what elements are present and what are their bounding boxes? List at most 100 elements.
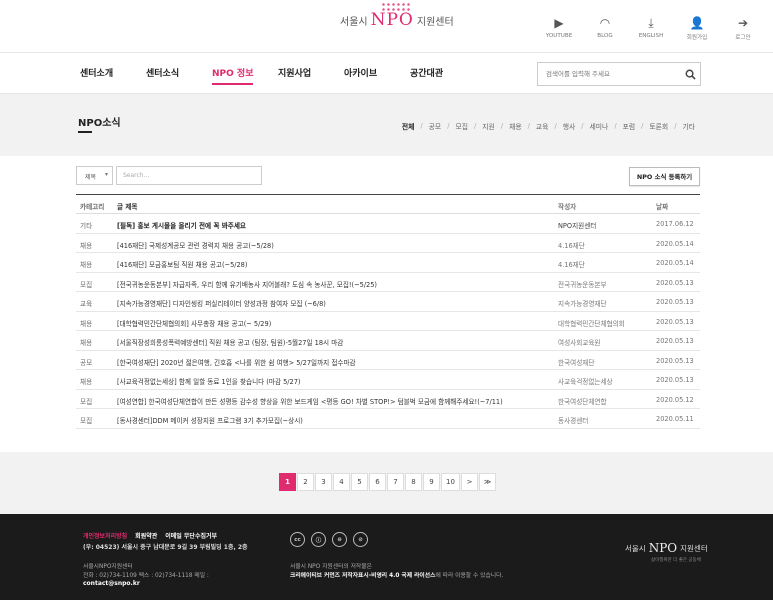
site-logo[interactable]: 서울시 NPO 지원센터 xyxy=(340,2,454,30)
header-author: 작성자 xyxy=(558,203,577,211)
footer-logo: 서울시 NPO 지원센터 xyxy=(625,541,708,555)
site-search xyxy=(537,62,701,86)
table-row[interactable]: 교육 [지속가능경영재단] 디자인씽킹 퍼실리테이터 양성과정 참여자 모집 (~… xyxy=(76,292,700,312)
category-tab[interactable]: 전체 xyxy=(402,121,415,131)
util-item-회원가입[interactable]: 👤 회원가입 xyxy=(679,16,715,41)
category-tab[interactable]: 포럼 xyxy=(623,121,636,131)
page-button[interactable]: 7 xyxy=(387,473,404,491)
util-label: 로그인 xyxy=(735,35,751,41)
page-button[interactable]: 1 xyxy=(279,473,296,491)
row-title[interactable]: [416재단] 국제성계공모 관련 경력지 채용 공고(~5/28) xyxy=(117,240,274,250)
table-row[interactable]: 채용 [416재단] 국제성계공모 관련 경력지 채용 공고(~5/28) 4.16… xyxy=(76,234,700,253)
footer-email[interactable]: contact@snpo.kr xyxy=(83,580,140,587)
page-button[interactable]: 10 xyxy=(441,473,460,491)
page-button[interactable]: 4 xyxy=(333,473,350,491)
util-item-english[interactable]: ⤓ ENGLISH xyxy=(633,16,669,41)
nav-item-archive[interactable]: 아카이브 xyxy=(344,66,377,79)
table-row[interactable]: 모집 [전국귀농운동본부] 자급자족, 우리 함께 유기배농사 지어볼래? 도심 … xyxy=(76,273,700,292)
board-search-input[interactable]: Search... xyxy=(116,166,262,185)
nav-item-support[interactable]: 지원사업 xyxy=(278,66,311,79)
pagination: 1 2 3 4 5 6 7 8 9 10 > ≫ xyxy=(279,473,496,491)
logo-prefix: 서울시 xyxy=(340,16,368,28)
header-category: 카테고리 xyxy=(80,203,105,211)
rss-icon: ◠ xyxy=(599,16,611,30)
footer-links: 개인정보처리방침 회원약관 이메일 무단수집거부 xyxy=(83,531,217,540)
page-button[interactable]: 2 xyxy=(297,473,314,491)
table-row[interactable]: 모집 [여성연합] 한국여성단체연합이 만든 성평등 감수성 향상을 위한 보드게… xyxy=(76,390,700,409)
row-category: 채용 xyxy=(80,378,93,386)
category-tab[interactable]: 행사 xyxy=(563,121,576,131)
category-separator: / xyxy=(674,122,677,130)
category-tab[interactable]: 세미나 xyxy=(590,121,609,131)
nav-item-rental[interactable]: 공간대관 xyxy=(410,66,443,79)
footer-logo-suffix: 지원센터 xyxy=(680,543,708,553)
util-item-youtube[interactable]: ▶ YOUTUBE xyxy=(541,16,577,41)
util-label: YOUTUBE xyxy=(545,33,573,39)
row-title[interactable]: [동사경센터]DDM 메이커 성장지원 프로그램 3기 추가모집(~상시) xyxy=(117,415,303,425)
header: 서울시 NPO 지원센터 ▶ YOUTUBE ◠ BLOG ⤓ ENGLISH 👤 회원가입 ➔… xyxy=(0,0,773,52)
cc-nd-icon: ⊘ xyxy=(353,532,368,547)
footer-link-privacy[interactable]: 개인정보처리방침 xyxy=(83,531,127,540)
category-separator: / xyxy=(527,122,530,130)
nav-item-center-intro[interactable]: 센터소개 xyxy=(80,66,113,79)
row-date: 2020.05.12 xyxy=(656,395,694,404)
table-row[interactable]: 채용 [416재단] 모금홍보팀 직원 채용 공고(~5/28) 4.16재단 202… xyxy=(76,253,700,273)
register-news-button[interactable]: NPO 소식 등록하기 xyxy=(629,167,700,186)
utility-menu: ▶ YOUTUBE ◠ BLOG ⤓ ENGLISH 👤 회원가입 ➔ 로그인 xyxy=(541,16,761,42)
row-title[interactable]: [지속가능경영재단] 디자인씽킹 퍼실리테이터 양성과정 참여자 모집 (~6/… xyxy=(117,298,326,308)
category-separator: / xyxy=(420,122,423,130)
footer-link-email-policy[interactable]: 이메일 무단수집거부 xyxy=(165,531,217,540)
search-icon[interactable] xyxy=(680,69,700,80)
nav-item-npo-info[interactable]: NPO 정보 xyxy=(212,66,254,85)
row-date: 2020.05.13 xyxy=(656,337,694,345)
row-title[interactable]: [사교육걱정없는세상] 함께 일할 동료 1인을 찾습니다 (마감 5/27) xyxy=(117,376,301,386)
search-input[interactable] xyxy=(538,64,680,84)
license-text-rest: 에 따라 이용할 수 있습니다. xyxy=(435,573,504,579)
row-author: 동사경센터 xyxy=(558,417,589,425)
table-row[interactable]: 기타 [필독] 홍보 게시물을 올리기 전에 꼭 봐주세요 NPO지원센터 2017.… xyxy=(76,214,700,234)
row-date: 2020.05.11 xyxy=(656,415,694,423)
row-title[interactable]: [여성연합] 한국여성단체연합이 만든 성평등 감수성 향상을 위한 보드게임 … xyxy=(117,396,503,406)
category-tab[interactable]: 채용 xyxy=(509,121,522,131)
table-row[interactable]: 채용 [사교육걱정없는세상] 함께 일할 동료 1인을 찾습니다 (마감 5/27… xyxy=(76,370,700,390)
row-author: 한국여성단체연합 xyxy=(558,397,607,406)
footer-logo-tagline: 삶이행복한 더 좋은 공동체 xyxy=(651,558,701,563)
category-tab[interactable]: 토론회 xyxy=(649,121,668,131)
table-row[interactable]: 공모 [한국여성재단] 2020년 젊은여행, 긴호흡 <나를 위한 쉼 여행> … xyxy=(76,351,700,370)
table-row[interactable]: 모집 [동사경센터]DDM 메이커 성장지원 프로그램 3기 추가모집(~상시) 동… xyxy=(76,409,700,429)
table-row[interactable]: 채용 [서울직장성희롱성폭력예방센터] 직원 채용 공고 (팀장, 팀원)-5월2… xyxy=(76,331,700,351)
category-separator: / xyxy=(614,122,617,130)
row-title[interactable]: [416재단] 모금홍보팀 직원 채용 공고(~5/28) xyxy=(117,259,247,269)
category-tab[interactable]: 모집 xyxy=(455,121,468,131)
category-tab[interactable]: 지원 xyxy=(482,121,495,131)
row-title[interactable]: [필독] 홍보 게시물을 올리기 전에 꼭 봐주세요 xyxy=(117,220,246,230)
cc-license-icons: cc ⓘ ⊜ ⊘ xyxy=(290,532,368,547)
row-category: 기타 xyxy=(80,222,93,230)
category-tab[interactable]: 교육 xyxy=(536,121,549,131)
page-button[interactable]: 9 xyxy=(423,473,440,491)
util-item-blog[interactable]: ◠ BLOG xyxy=(587,16,623,41)
page-button[interactable]: 3 xyxy=(315,473,332,491)
last-page-button[interactable]: ≫ xyxy=(479,473,496,491)
page-button[interactable]: 6 xyxy=(369,473,386,491)
category-tab[interactable]: 공모 xyxy=(429,121,442,131)
footer-link-terms[interactable]: 회원약관 xyxy=(135,531,157,540)
category-separator: / xyxy=(474,122,477,130)
row-title[interactable]: [서울직장성희롱성폭력예방센터] 직원 채용 공고 (팀장, 팀원)-5월27일… xyxy=(117,337,343,347)
category-tab[interactable]: 기타 xyxy=(682,121,695,131)
row-title[interactable]: [전국귀농운동본부] 자급자족, 우리 함께 유기배농사 지어볼래? 도심 속 … xyxy=(117,279,377,289)
search-field-select[interactable]: 제목 xyxy=(76,166,113,185)
page-button[interactable]: 5 xyxy=(351,473,368,491)
row-date: 2020.05.13 xyxy=(656,278,694,287)
row-author: 사교육걱정없는세상 xyxy=(558,378,613,386)
next-page-button[interactable]: > xyxy=(461,473,478,491)
table-row[interactable]: 채용 [대학협력민간단체협의회] 사무총장 채용 공고(~ 5/29) 대학협력민간… xyxy=(76,312,700,331)
row-author: 지속가능경영재단 xyxy=(558,300,607,308)
util-item-로그인[interactable]: ➔ 로그인 xyxy=(725,16,761,41)
page-button[interactable]: 8 xyxy=(405,473,422,491)
nav-item-center-news[interactable]: 센터소식 xyxy=(146,66,179,79)
license-link[interactable]: 크리에이티브 커먼즈 저작자표시-비영리 4.0 국제 라이선스 xyxy=(290,573,435,579)
row-title[interactable]: [한국여성재단] 2020년 젊은여행, 긴호흡 <나를 위한 쉼 여행> 5/… xyxy=(117,357,356,367)
row-title[interactable]: [대학협력민간단체협의회] 사무총장 채용 공고(~ 5/29) xyxy=(117,318,271,328)
util-label: ENGLISH xyxy=(638,33,664,39)
